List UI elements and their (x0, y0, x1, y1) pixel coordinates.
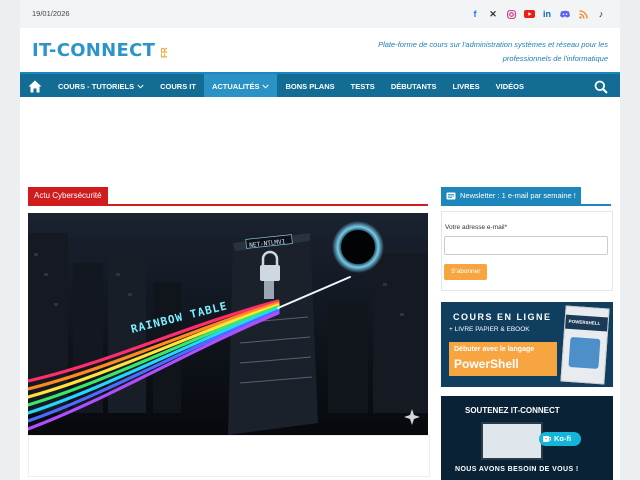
newsletter-header: Newsletter : 1 e-mail par semaine ! (441, 187, 611, 206)
search-icon[interactable] (594, 80, 608, 94)
kofi-brand: Ko-fi (554, 434, 572, 443)
subscribe-button[interactable]: S'abonner (444, 264, 488, 280)
nav-item-cours-it[interactable]: COURS IT (152, 74, 204, 99)
powershell-course-banner[interactable]: COURS EN LIGNE + LIVRE PAPIER & EBOOK Dé… (441, 302, 613, 387)
nav-item-label: VIDÉOS (495, 82, 524, 91)
top-bar: 19/01/2026 f ✕ in ♪ (20, 0, 620, 29)
category-header: Actu Cybersécurité (28, 187, 428, 206)
banner-line1: COURS EN LIGNE (453, 312, 552, 322)
nav-item-actualites[interactable]: ACTUALITÉS (203, 74, 278, 99)
nav-item-tests[interactable]: TESTS (343, 74, 383, 99)
nav-item-label: BONS PLANS (285, 82, 335, 91)
nav-item-label: COURS IT (160, 82, 196, 91)
banner2-line2: NOUS AVONS BESOIN DE VOUS ! (455, 466, 579, 473)
instagram-icon[interactable] (502, 7, 520, 21)
hero-illustration: NET-NTLMV1 RAINBOW TABLE (28, 213, 428, 435)
newsletter-form: Votre adresse e-mail* S'abonner (441, 211, 613, 291)
chevron-down-icon (137, 84, 144, 89)
nav-item-label: DÉBUTANTS (390, 82, 437, 91)
kofi-support-banner[interactable]: SOUTENEZ IT-CONNECT Ko-fi NOUS AVONS BES… (441, 396, 613, 480)
youtube-icon[interactable] (520, 7, 538, 21)
nav-item-label: TESTS (350, 82, 375, 91)
nav-item-debutants[interactable]: DÉBUTANTS (383, 74, 445, 99)
current-date: 19/01/2026 (32, 9, 70, 18)
nav-item-videos[interactable]: VIDÉOS (488, 74, 532, 99)
rss-icon[interactable] (574, 7, 592, 21)
kofi-badge: Ko-fi (539, 432, 581, 446)
category-label[interactable]: Actu Cybersécurité (28, 187, 108, 204)
site-logo[interactable]: IT-CONNECT (32, 40, 155, 61)
home-button[interactable] (20, 74, 50, 99)
newsletter-title-wrap: Newsletter : 1 e-mail par semaine ! (441, 187, 581, 204)
nav-item-cours-tutoriels[interactable]: COURS - TUTORIELS (50, 74, 152, 99)
linkedin-icon[interactable]: in (538, 7, 556, 21)
nav-item-livres[interactable]: LIVRES (445, 74, 488, 99)
discord-icon[interactable] (556, 7, 574, 21)
article-summary-area (28, 435, 430, 477)
nav-item-label: LIVRES (452, 82, 480, 91)
page: 19/01/2026 f ✕ in ♪ IT-CONNECT FR Plate-… (20, 0, 620, 480)
banner-line2: + LIVRE PAPIER & EBOOK (449, 326, 530, 333)
book-cover: POWERSHELL (560, 305, 610, 385)
site-tagline: Plate-forme de cours sur l'administratio… (378, 40, 608, 63)
devices-illustration (481, 422, 543, 460)
coffee-cup-icon (543, 436, 551, 442)
home-icon (28, 80, 42, 93)
social-links: f ✕ in ♪ (466, 7, 610, 21)
featured-image[interactable]: NET-NTLMV1 RAINBOW TABLE (28, 213, 428, 435)
email-field-label: Votre adresse e-mail* (445, 224, 508, 231)
nav-item-label: COURS - TUTORIELS (58, 82, 135, 91)
banner2-line1: SOUTENEZ IT-CONNECT (465, 406, 560, 415)
ad-space (20, 97, 620, 185)
x-icon[interactable]: ✕ (484, 7, 502, 21)
newsletter-icon (446, 192, 456, 199)
site-header: IT-CONNECT FR Plate-forme de cours sur l… (20, 28, 620, 72)
banner-line3: Débuter avec le langage (454, 346, 535, 353)
newsletter-title: Newsletter : 1 e-mail par semaine ! (460, 191, 576, 200)
nav-item-bons-plans[interactable]: BONS PLANS (277, 74, 342, 99)
main-navigation: COURS - TUTORIELS COURS IT ACTUALITÉS BO… (20, 72, 620, 99)
logo-suffix: FR (160, 47, 169, 58)
facebook-icon[interactable]: f (466, 7, 484, 21)
chevron-down-icon (262, 84, 270, 89)
banner-line4: PowerShell (454, 357, 519, 371)
nav-item-label: ACTUALITÉS (211, 82, 260, 91)
email-field[interactable] (444, 236, 608, 255)
tiktok-icon[interactable]: ♪ (592, 7, 610, 21)
